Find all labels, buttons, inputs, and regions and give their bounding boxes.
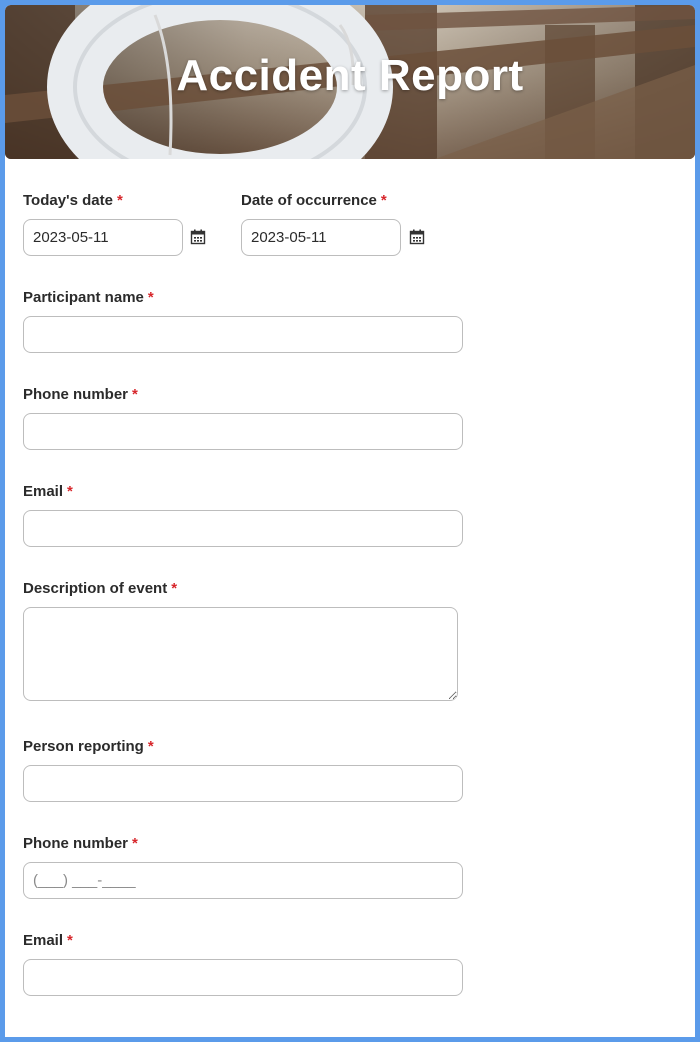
participant-email-label: Email * <box>23 483 73 500</box>
required-marker: * <box>380 192 387 209</box>
required-marker: * <box>171 580 178 597</box>
todays-date-label: Today's date * <box>23 192 123 209</box>
calendar-icon[interactable] <box>190 229 206 245</box>
required-marker: * <box>132 386 138 403</box>
reporter-phone-label: Phone number * <box>23 835 138 852</box>
participant-phone-input[interactable] <box>23 413 463 450</box>
date-of-occurrence-input[interactable] <box>241 219 401 256</box>
required-marker: * <box>132 835 138 852</box>
header-banner: Accident Report <box>5 5 695 159</box>
reporter-email-input[interactable] <box>23 959 463 996</box>
required-marker: * <box>67 932 73 949</box>
date-of-occurrence-label: Date of occurrence * <box>241 192 387 209</box>
required-marker: * <box>116 192 123 209</box>
participant-email-input[interactable] <box>23 510 463 547</box>
page-title: Accident Report <box>176 51 524 100</box>
form-card: Accident Report Today's date* Date of oc… <box>5 5 695 1037</box>
reporter-email-label: Email * <box>23 932 73 949</box>
required-marker: * <box>147 289 154 306</box>
reporter-phone-input[interactable] <box>23 862 463 899</box>
description-label: Description of event * <box>23 580 178 597</box>
description-textarea[interactable] <box>23 607 458 701</box>
todays-date-input[interactable] <box>23 219 183 256</box>
person-reporting-label: Person reporting * <box>23 738 154 755</box>
person-reporting-input[interactable] <box>23 765 463 802</box>
calendar-icon[interactable] <box>409 229 425 245</box>
participant-name-input[interactable] <box>23 316 463 353</box>
participant-name-label: Participant name * <box>23 289 154 306</box>
participant-phone-label: Phone number * <box>23 386 138 403</box>
required-marker: * <box>147 738 154 755</box>
required-marker: * <box>67 483 73 500</box>
